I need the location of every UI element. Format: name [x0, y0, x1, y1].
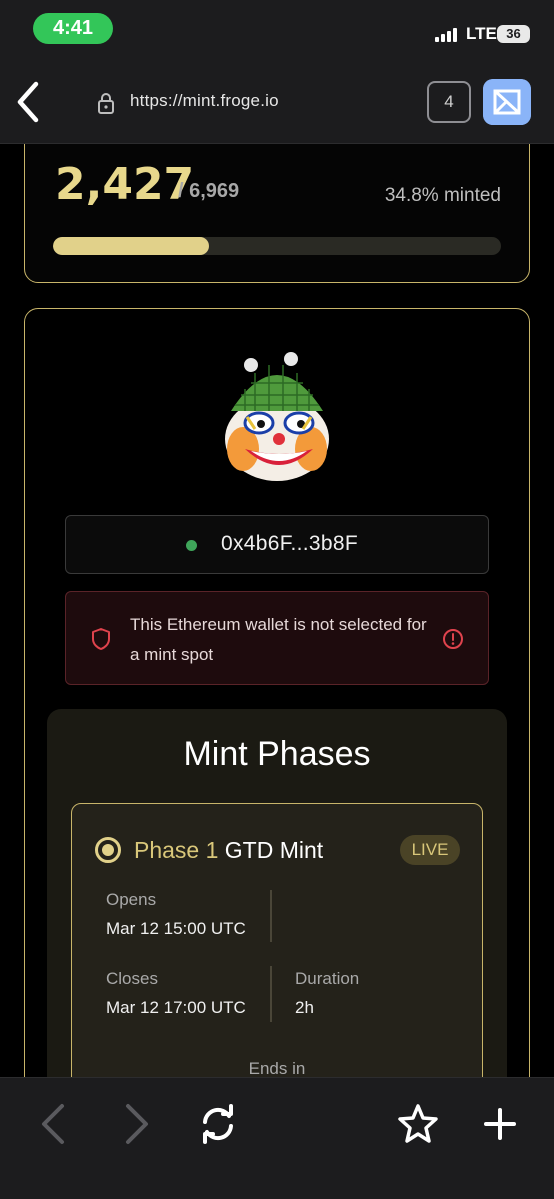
- wallet-address-box[interactable]: 0x4b6F...3b8F: [65, 515, 489, 574]
- wallet-alert: This Ethereum wallet is not selected for…: [65, 591, 489, 685]
- browser-address-bar: https://mint.froge.io 4: [0, 58, 554, 144]
- browser-toolbar: [0, 1077, 554, 1199]
- mint-phases-section: Mint Phases Phase 1 GTD Mint LIVE Opens …: [47, 709, 507, 1077]
- connected-status-dot: [186, 540, 197, 551]
- page-content: 2,427 / 6,969 34.8% minted 0x4b6F...3b8F…: [0, 144, 554, 1077]
- phase-card[interactable]: Phase 1 GTD Mint LIVE Opens Mar 12 15:00…: [71, 803, 483, 1077]
- mint-card: 0x4b6F...3b8F This Ethereum wallet is no…: [24, 308, 530, 1077]
- opens-value: Mar 12 15:00 UTC: [106, 919, 246, 938]
- status-bar: 4:41 LTE 36: [0, 0, 554, 58]
- battery-icon: 36: [497, 25, 530, 43]
- ends-in-label: Ends in: [248, 1059, 306, 1077]
- froge-avatar: [225, 352, 329, 481]
- mint-progress-fill: [53, 237, 209, 255]
- wallet-alert-text: This Ethereum wallet is not selected for…: [130, 615, 427, 664]
- closes-label: Closes: [106, 969, 158, 988]
- mint-progress-bar: [53, 237, 501, 255]
- back-icon[interactable]: [14, 80, 44, 124]
- phase-name: Phase 1 GTD Mint: [134, 837, 323, 864]
- phase-type: GTD Mint: [224, 837, 324, 863]
- duration-value: 2h: [295, 998, 314, 1017]
- status-time: 4:41: [33, 13, 113, 44]
- extension-icon[interactable]: [483, 79, 531, 125]
- minted-count: 2,427: [55, 159, 195, 210]
- minted-total: / 6,969: [178, 180, 240, 202]
- mint-progress-card: 2,427 / 6,969 34.8% minted: [24, 144, 530, 283]
- chevron-left-icon[interactable]: [34, 1102, 74, 1146]
- mint-phases-title: Mint Phases: [183, 735, 371, 773]
- opens-label: Opens: [106, 890, 157, 909]
- reload-icon[interactable]: [198, 1102, 238, 1146]
- tabs-button[interactable]: 4: [427, 81, 471, 123]
- live-badge: LIVE: [400, 835, 460, 865]
- chevron-right-icon[interactable]: [116, 1102, 156, 1146]
- shield-icon: [92, 628, 110, 650]
- lock-icon: [98, 93, 114, 114]
- duration-label: Duration: [295, 969, 360, 988]
- plus-icon[interactable]: [480, 1102, 520, 1146]
- minted-percent: 34.8% minted: [384, 185, 501, 206]
- phase-radio[interactable]: [95, 837, 121, 863]
- star-icon[interactable]: [398, 1102, 438, 1146]
- signal-icon: [435, 28, 461, 42]
- phase-divider: [270, 966, 272, 1022]
- info-icon[interactable]: [442, 628, 464, 650]
- url-field[interactable]: https://mint.froge.io: [130, 91, 279, 111]
- wallet-address: 0x4b6F...3b8F: [221, 532, 358, 555]
- closes-value: Mar 12 17:00 UTC: [106, 998, 246, 1017]
- phase-divider: [270, 890, 272, 942]
- phase-number: Phase 1: [134, 837, 219, 863]
- network-label: LTE: [466, 24, 497, 43]
